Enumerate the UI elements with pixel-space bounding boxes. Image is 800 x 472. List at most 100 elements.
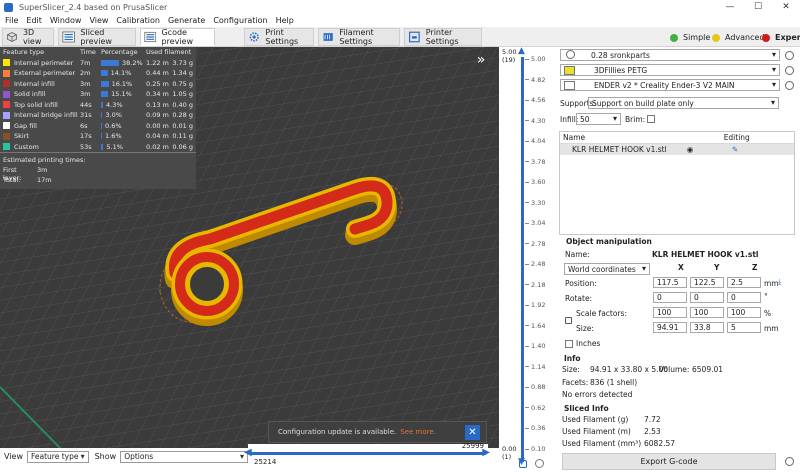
gcode-viewport[interactable]: Feature type Time Percentage Used filame… bbox=[0, 47, 499, 448]
layer-slider-track[interactable] bbox=[521, 57, 524, 462]
slider-right-thumb[interactable]: ▶ bbox=[482, 447, 490, 458]
feature-color-swatch bbox=[3, 90, 10, 98]
lock-icon[interactable] bbox=[519, 460, 527, 468]
show-options-select[interactable]: Options bbox=[120, 450, 248, 463]
feature-percentage: 5.1% bbox=[106, 142, 123, 151]
rotate-unit: ° bbox=[764, 292, 768, 301]
menu-edit[interactable]: Edit bbox=[26, 16, 42, 25]
feature-weight: 0.11 g bbox=[172, 132, 193, 141]
feature-name: Solid infill bbox=[14, 90, 46, 99]
legend-row[interactable]: Custom 53s 5.1% 0.02 m 0.06 g bbox=[0, 142, 196, 153]
minimize-button[interactable]: — bbox=[716, 0, 744, 14]
legend-row[interactable]: Gap fill 6s 0.6% 0.00 m 0.01 g bbox=[0, 121, 196, 132]
legend-row[interactable]: Internal bridge infill 31s 3.0% 0.09 m 0.28 … bbox=[0, 110, 196, 121]
percentage-bar bbox=[101, 70, 108, 77]
see-more-link[interactable]: See more. bbox=[400, 428, 436, 436]
mode-advanced-button[interactable]: Advanced bbox=[712, 31, 765, 44]
infill-select[interactable]: 50 bbox=[576, 113, 621, 125]
feature-name: Top solid infill bbox=[14, 100, 58, 109]
export-gcode-button[interactable]: Export G-code bbox=[562, 453, 776, 470]
sliced-mm3-value: 6082.57 bbox=[644, 439, 676, 448]
drop-to-bed-icon[interactable]: ⤓ bbox=[778, 277, 781, 287]
maximize-button[interactable]: ☐ bbox=[744, 0, 772, 14]
menu-help[interactable]: Help bbox=[276, 16, 294, 25]
percentage-bar bbox=[101, 122, 102, 129]
menu-file[interactable]: File bbox=[5, 16, 18, 25]
filament-preset-select[interactable]: 3DFillies PETG bbox=[560, 64, 780, 76]
scale-z-input[interactable]: 100 bbox=[727, 307, 761, 318]
info-errors: No errors detected bbox=[562, 390, 633, 399]
notification-text: Configuration update is available. bbox=[278, 428, 397, 436]
layer-tick: 4.04 bbox=[525, 137, 545, 145]
menu-configuration[interactable]: Configuration bbox=[213, 16, 267, 25]
object-list: Name Editing KLR HELMET HOOK v1.stl ◉ ✎ bbox=[559, 131, 795, 235]
tab-printer-settings[interactable]: Printer Settings bbox=[404, 28, 482, 46]
legend-row[interactable]: Top solid infill 44s 4.3% 0.13 m 0.40 g bbox=[0, 100, 196, 111]
legend-row[interactable]: External perimeter 2m 14.1% 0.44 m 1.34 g bbox=[0, 68, 196, 79]
app-icon bbox=[4, 2, 13, 12]
layer-tick: 0.36 bbox=[525, 424, 545, 432]
lock-scale-icon[interactable] bbox=[565, 317, 572, 324]
close-notification-icon[interactable]: ✕ bbox=[465, 425, 480, 440]
coordinates-select[interactable]: World coordinates bbox=[564, 263, 650, 275]
export-options-icon[interactable] bbox=[785, 457, 794, 466]
layer-tick-label: 0.10 bbox=[531, 445, 546, 453]
layer-top-thumb[interactable]: ▲ bbox=[518, 46, 525, 56]
settings-gear-icon[interactable] bbox=[535, 459, 544, 468]
size-z-input[interactable]: 5 bbox=[727, 322, 761, 333]
brim-checkbox[interactable] bbox=[647, 115, 656, 123]
tab-sliced-preview[interactable]: Sliced preview bbox=[58, 28, 136, 46]
position-x-input[interactable]: 117.5 bbox=[653, 277, 687, 288]
printer-preset-edit-icon[interactable] bbox=[785, 81, 794, 90]
filament-preset-edit-icon[interactable] bbox=[785, 66, 794, 75]
feature-length: 0.25 m bbox=[146, 79, 169, 88]
vertical-layer-slider[interactable]: 5.00 (19) ▲ ▼ 5.00 4.82 4.56 4.30 4.04 3.78 3.… bbox=[499, 46, 556, 472]
size-y-input[interactable]: 33.8 bbox=[690, 322, 724, 333]
menu-window[interactable]: Window bbox=[50, 16, 82, 25]
position-y-input[interactable]: 122.5 bbox=[690, 277, 724, 288]
print-preset-select[interactable]: 0.28 sronkparts bbox=[560, 49, 780, 61]
gear-icon bbox=[249, 32, 259, 42]
rotate-x-input[interactable]: 0 bbox=[653, 292, 687, 303]
feature-color-swatch bbox=[3, 132, 10, 140]
layer-tick-label: 4.82 bbox=[531, 75, 546, 84]
percentage-bar bbox=[101, 133, 102, 140]
legend-row[interactable]: Internal infill 3m 16.1% 0.25 m 0.75 g bbox=[0, 79, 196, 90]
menu-generate[interactable]: Generate bbox=[168, 16, 205, 25]
feature-length: 0.34 m bbox=[146, 90, 169, 99]
close-button[interactable]: ✕ bbox=[772, 0, 800, 14]
scale-x-input[interactable]: 100 bbox=[653, 307, 687, 318]
slider-left-thumb[interactable]: ◀ bbox=[244, 447, 252, 458]
tab-print-settings[interactable]: Print Settings bbox=[244, 28, 314, 46]
supports-select[interactable]: Support on build plate only bbox=[588, 97, 779, 109]
axis-x-label: X bbox=[678, 263, 684, 272]
view-type-select[interactable]: Feature type bbox=[26, 450, 89, 463]
tab-filament-settings[interactable]: Filament Settings bbox=[318, 28, 400, 46]
tab-gcode-preview[interactable]: Gcode preview bbox=[140, 28, 215, 46]
printer-preset-select[interactable]: ENDER v2 * Creality Ender-3 V2 MAIN bbox=[560, 79, 780, 91]
scale-y-input[interactable]: 100 bbox=[690, 307, 724, 318]
menu-view[interactable]: View bbox=[89, 16, 108, 25]
legend-row[interactable]: Internal perimeter 7m 38.2% 1.22 m 3.73 g bbox=[0, 58, 196, 69]
edit-icon[interactable]: ✎ bbox=[700, 145, 770, 154]
tab-3d-view[interactable]: 3D view bbox=[2, 28, 54, 46]
layer-tick: 5.00 bbox=[525, 55, 545, 63]
size-x-input[interactable]: 94.91 bbox=[653, 322, 687, 333]
slider-track[interactable] bbox=[250, 452, 486, 455]
inches-checkbox[interactable] bbox=[565, 339, 573, 348]
eye-icon[interactable]: ◉ bbox=[680, 145, 700, 154]
position-z-input[interactable]: 2.5 bbox=[727, 277, 761, 288]
rotate-z-input[interactable]: 0 bbox=[727, 292, 761, 303]
object-list-row[interactable]: KLR HELMET HOOK v1.stl ◉ ✎ bbox=[560, 144, 794, 155]
feature-name: Internal infill bbox=[14, 79, 55, 88]
print-preset-edit-icon[interactable] bbox=[785, 51, 794, 60]
mode-simple-button[interactable]: Simple bbox=[670, 31, 710, 44]
legend-row[interactable]: Skirt 17s 1.6% 0.04 m 0.11 g bbox=[0, 131, 196, 142]
menu-calibration[interactable]: Calibration bbox=[116, 16, 160, 25]
horizontal-move-slider[interactable]: 25999 ◀ ▶ 25214 bbox=[244, 442, 490, 468]
mode-expert-button[interactable]: Expert bbox=[762, 31, 800, 44]
rotate-y-input[interactable]: 0 bbox=[690, 292, 724, 303]
feature-percentage: 3.0% bbox=[105, 111, 122, 120]
collapse-sidebar-icon[interactable]: » bbox=[470, 52, 492, 74]
legend-row[interactable]: Solid infill 3m 15.1% 0.34 m 1.05 g bbox=[0, 89, 196, 100]
